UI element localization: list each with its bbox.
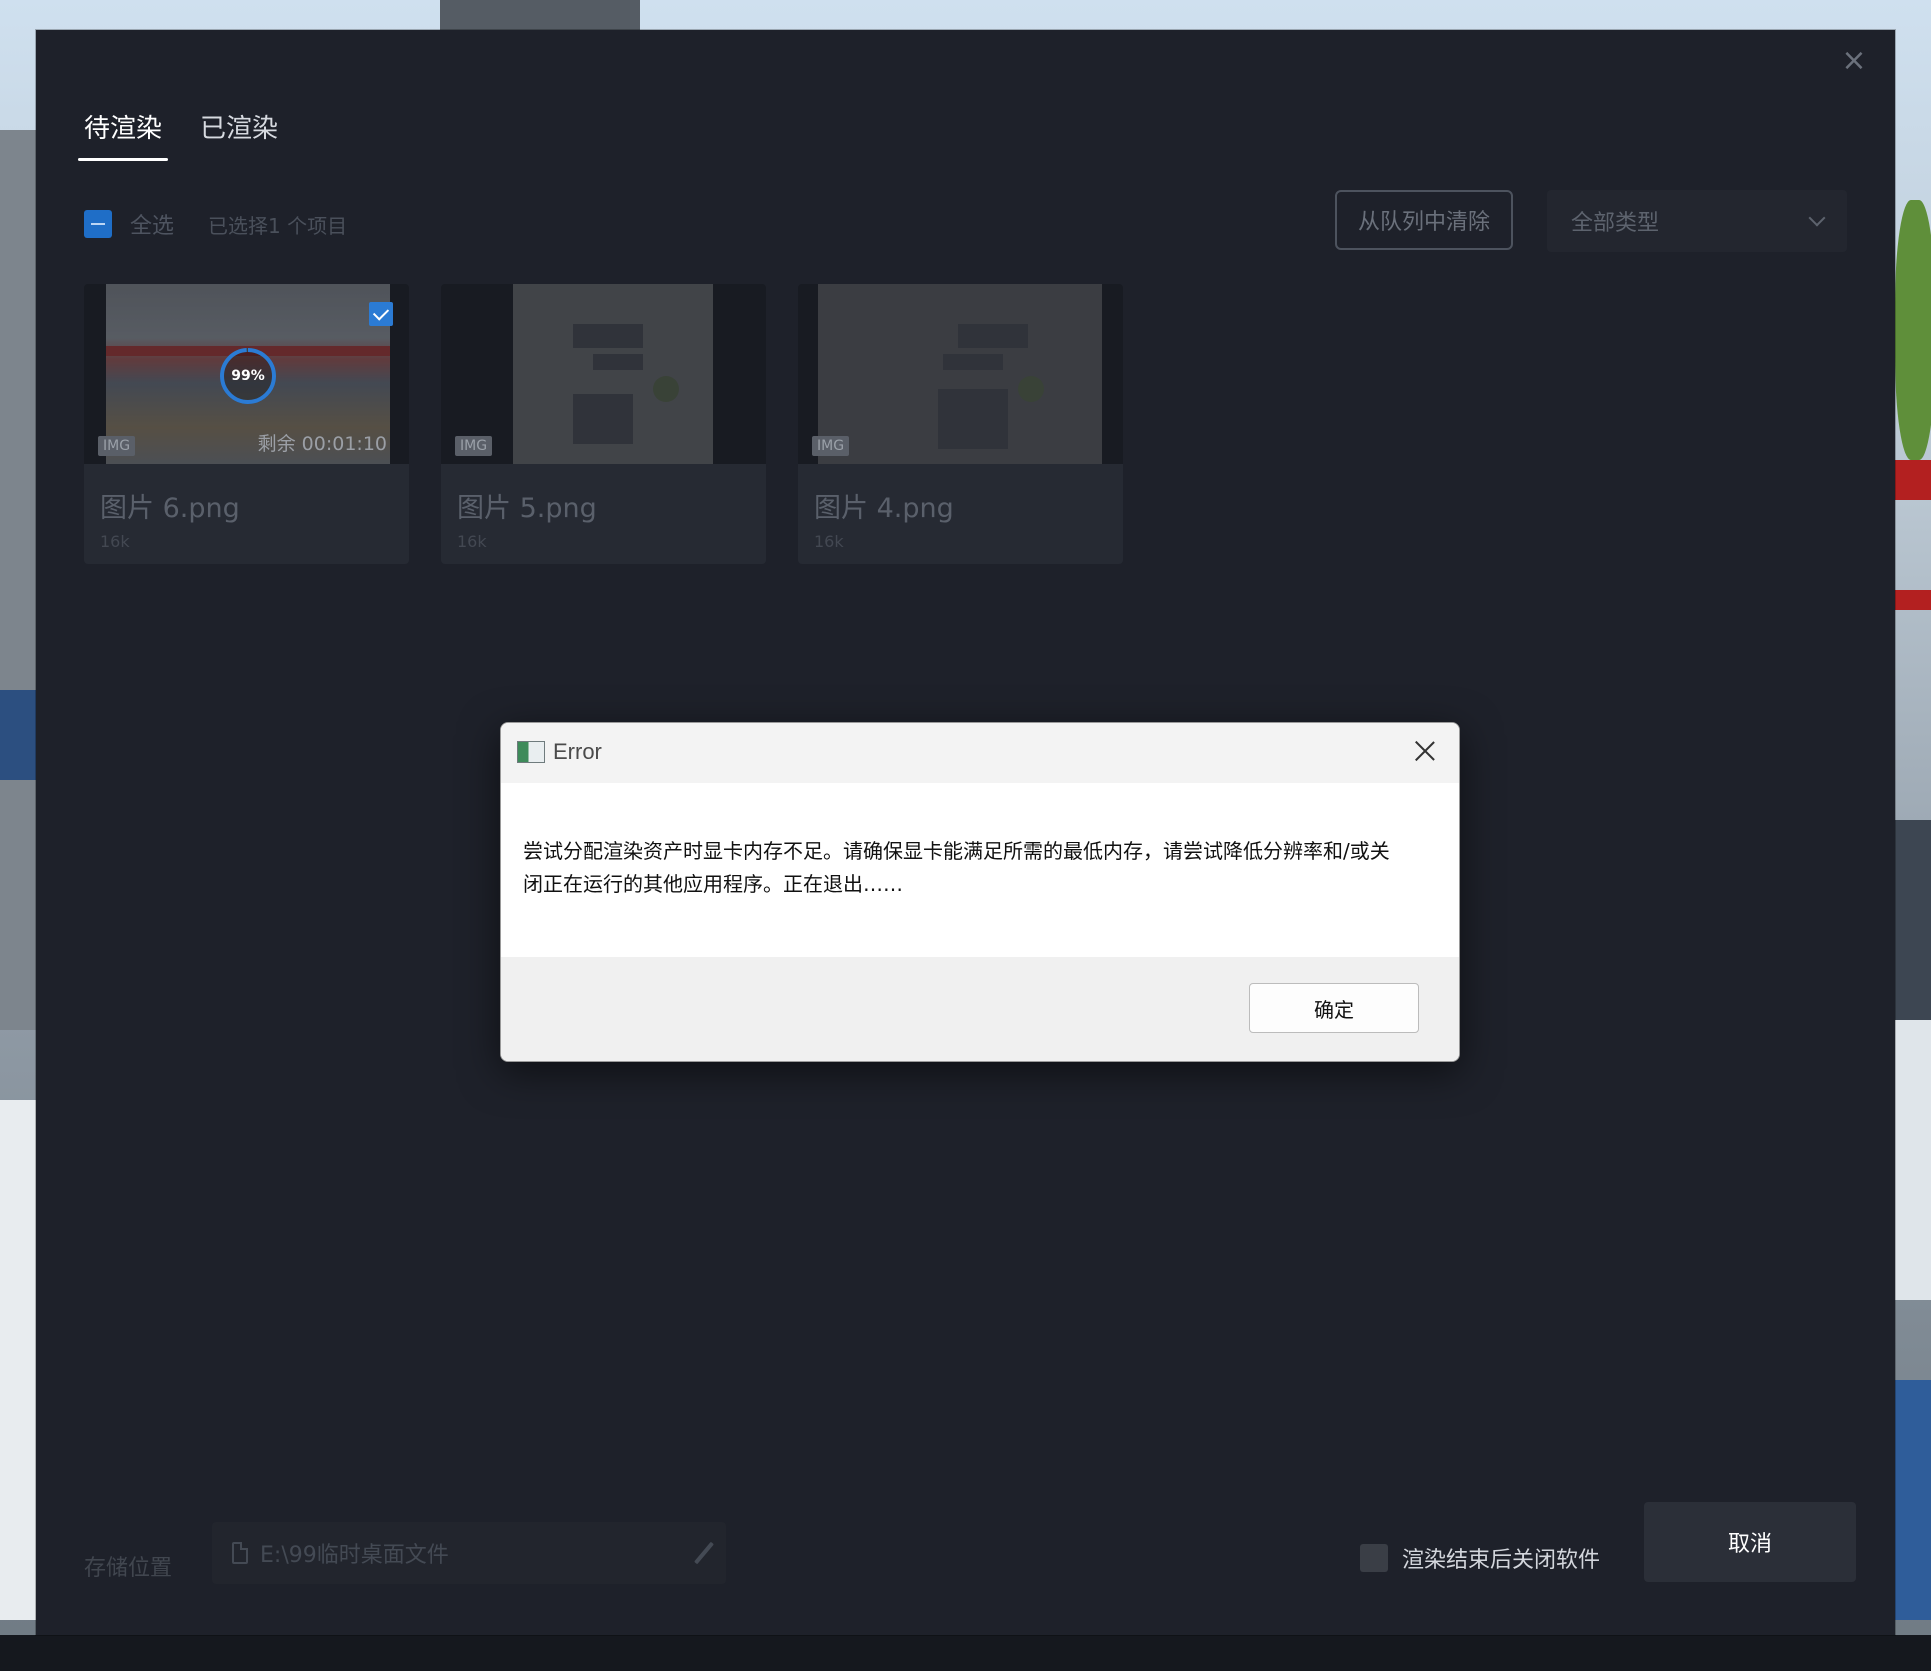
remaining-time: 剩余 00:01:10 bbox=[257, 433, 387, 455]
render-item-card[interactable]: IMG 剩余 00:01:10 99% 图片 6.png 16k bbox=[84, 284, 409, 564]
file-icon bbox=[232, 1542, 248, 1564]
queue-toolbar: 全选 已选择1 个项目 从队列中清除 全部类型 bbox=[84, 190, 1847, 254]
file-name: 图片 6.png bbox=[100, 493, 240, 524]
file-name: 图片 4.png bbox=[814, 493, 954, 524]
select-all-control[interactable]: 全选 已选择1 个项目 bbox=[84, 208, 347, 240]
select-all-checkbox[interactable] bbox=[84, 210, 112, 238]
storage-location-label: 存储位置 bbox=[84, 1556, 173, 1581]
type-badge: IMG bbox=[98, 436, 136, 456]
file-size: 16k bbox=[100, 532, 130, 551]
type-badge: IMG bbox=[455, 436, 493, 456]
close-after-render-toggle[interactable]: 渲染结束后关闭软件 bbox=[1360, 1542, 1600, 1574]
progress-percent: 99% bbox=[231, 368, 265, 384]
clear-from-queue-button[interactable]: 从队列中清除 bbox=[1335, 190, 1513, 250]
error-dialog-titlebar: Error bbox=[501, 723, 1459, 783]
tab-pending[interactable]: 待渲染 bbox=[77, 108, 169, 161]
render-item-grid: IMG 剩余 00:01:10 99% 图片 6.png 16k IMG 图片 … bbox=[84, 284, 1123, 564]
ok-button[interactable]: 确定 bbox=[1249, 983, 1419, 1033]
type-filter-value: 全部类型 bbox=[1571, 211, 1660, 236]
selected-count-text: 已选择1 个项目 bbox=[208, 213, 348, 238]
type-filter-dropdown[interactable]: 全部类型 bbox=[1547, 190, 1847, 252]
error-dialog-title: Error bbox=[553, 739, 602, 764]
close-after-render-checkbox[interactable] bbox=[1360, 1544, 1388, 1572]
app-icon bbox=[517, 741, 545, 763]
error-message: 尝试分配渲染资产时显卡内存不足。请确保显卡能满足所需的最低内存，请尝试降低分辨率… bbox=[523, 839, 1390, 896]
file-size: 16k bbox=[814, 532, 844, 551]
cancel-button[interactable]: 取消 bbox=[1644, 1502, 1856, 1582]
thumbnail: IMG bbox=[441, 284, 766, 464]
chevron-down-icon bbox=[1808, 209, 1826, 227]
render-item-card[interactable]: IMG 图片 5.png 16k bbox=[441, 284, 766, 564]
storage-path-text: E:\99临时桌面文件 bbox=[260, 1543, 449, 1568]
pencil-icon[interactable] bbox=[694, 1541, 714, 1565]
select-all-label: 全选 bbox=[130, 214, 175, 239]
tab-rendered[interactable]: 已渲染 bbox=[200, 108, 278, 161]
close-icon[interactable] bbox=[1409, 735, 1441, 767]
error-dialog: Error 尝试分配渲染资产时显卡内存不足。请确保显卡能满足所需的最低内存，请尝… bbox=[500, 722, 1460, 1062]
close-after-render-label: 渲染结束后关闭软件 bbox=[1402, 1548, 1601, 1573]
progress-ring: 99% bbox=[218, 346, 278, 406]
file-size: 16k bbox=[457, 532, 487, 551]
thumbnail: IMG 剩余 00:01:10 99% bbox=[84, 284, 409, 464]
thumbnail: IMG bbox=[798, 284, 1123, 464]
tab-bar: 待渲染 已渲染 bbox=[77, 108, 278, 161]
taskbar-strip bbox=[0, 1635, 1931, 1671]
render-item-card[interactable]: IMG 图片 4.png 16k bbox=[798, 284, 1123, 564]
type-badge: IMG bbox=[812, 436, 850, 456]
error-dialog-footer: 确定 bbox=[501, 957, 1459, 1061]
close-icon[interactable]: × bbox=[1841, 46, 1867, 76]
storage-path-field[interactable]: E:\99临时桌面文件 bbox=[212, 1522, 726, 1584]
card-checkbox[interactable] bbox=[369, 302, 393, 326]
file-name: 图片 5.png bbox=[457, 493, 597, 524]
